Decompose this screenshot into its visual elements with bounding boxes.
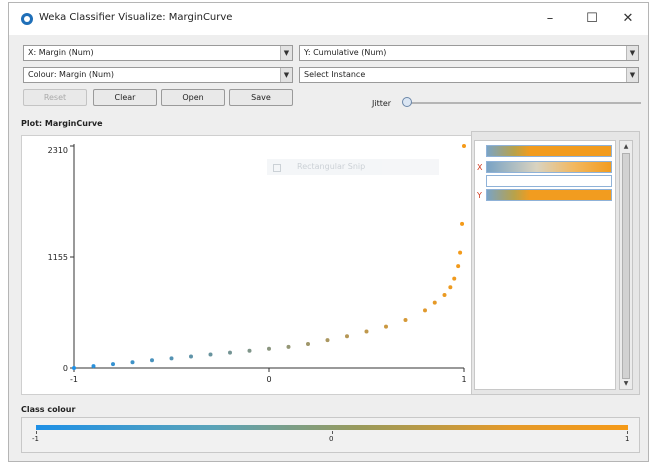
attribute-scrollbar[interactable]: ▲ ▼	[619, 140, 633, 390]
instance-select[interactable]: Select Instance ▼	[299, 67, 639, 83]
rectangular-snip-overlay: Rectangular Snip	[267, 159, 439, 175]
y-axis-value: Y: Cumulative (Num)	[304, 48, 387, 57]
clear-button[interactable]: Clear	[93, 89, 157, 106]
data-point	[345, 334, 349, 339]
data-point	[111, 362, 115, 367]
colour-select[interactable]: Colour: Margin (Num) ▼	[23, 67, 293, 83]
scrollbar-thumb[interactable]	[622, 153, 630, 379]
data-point	[458, 250, 463, 255]
maximize-button[interactable]: ☐	[575, 7, 609, 31]
data-point	[247, 348, 252, 353]
plot-label: Plot: MarginCurve	[21, 119, 103, 128]
data-point	[325, 338, 330, 343]
data-point	[403, 317, 408, 322]
data-point	[169, 356, 174, 361]
chevron-down-icon: ▼	[280, 68, 292, 82]
minimize-button[interactable]: –	[533, 7, 567, 31]
chevron-down-icon: ▼	[626, 46, 638, 60]
open-button[interactable]: Open	[161, 89, 225, 106]
instance-value: Select Instance	[304, 70, 366, 79]
data-point	[267, 346, 271, 351]
margin-curve-plot[interactable]: 011552310 -1 0 1	[22, 136, 474, 396]
class-tick-mid	[332, 431, 333, 434]
y-tick-label: 0	[63, 364, 68, 373]
data-point	[72, 366, 76, 370]
colour-value: Colour: Margin (Num)	[28, 70, 115, 79]
data-point	[460, 221, 465, 226]
data-point	[130, 360, 135, 365]
y-ticks: 0 1155 2310	[48, 145, 74, 373]
class-colour-mid: 0	[329, 435, 334, 443]
reset-button[interactable]: Reset	[23, 89, 87, 106]
class-tick-max	[627, 431, 628, 434]
weka-app-icon	[21, 13, 33, 25]
data-point	[286, 344, 291, 349]
plot-panel[interactable]: 0 1155 2310 -1 0 1 Rectangular Snip	[21, 135, 473, 395]
attribute-bar-margin[interactable]	[486, 145, 612, 157]
jitter-label: Jitter	[372, 99, 392, 108]
class-colour-gradient	[36, 425, 628, 430]
x-axis-select[interactable]: X: Margin (Num) ▼	[23, 45, 293, 61]
jitter-slider[interactable]	[405, 102, 641, 104]
class-tick-min	[36, 431, 37, 434]
data-point	[91, 364, 96, 369]
data-point	[423, 308, 427, 313]
data-point	[442, 292, 447, 297]
attribute-panel: X Y ▲ ▼	[471, 131, 640, 395]
close-button[interactable]: ✕	[611, 7, 645, 31]
x-axis-value: X: Margin (Num)	[28, 48, 94, 57]
data-point	[432, 300, 437, 305]
y-tick-label: 1155	[48, 253, 68, 262]
chevron-down-icon: ▼	[626, 68, 638, 82]
class-colour-panel: -1 0 1	[21, 417, 640, 453]
x-tick-label: 1	[461, 375, 466, 384]
data-point	[150, 358, 154, 363]
y-tick-label: 2310	[48, 146, 68, 155]
class-colour-max: 1	[625, 435, 630, 443]
attribute-bar-blank[interactable]	[486, 175, 612, 187]
y-marker: Y	[477, 191, 482, 200]
scroll-up-icon[interactable]: ▲	[620, 141, 632, 152]
visualize-window: Weka Classifier Visualize: MarginCurve –…	[8, 2, 649, 462]
x-ticks: -1 0 1	[70, 368, 467, 384]
data-point	[189, 354, 193, 359]
data-point	[364, 329, 369, 334]
x-marker: X	[477, 163, 483, 172]
attribute-bars: X Y	[474, 140, 616, 390]
class-colour-label: Class colour	[21, 405, 76, 414]
data-point	[462, 144, 466, 148]
x-tick-label: -1	[70, 375, 78, 384]
x-tick-label: 0	[266, 375, 271, 384]
attribute-bar-mixed[interactable]	[486, 161, 612, 173]
attribute-bar-cumulative[interactable]	[486, 189, 612, 201]
data-point	[384, 324, 388, 329]
data-point	[448, 285, 453, 290]
save-button[interactable]: Save	[229, 89, 293, 106]
jitter-slider-thumb[interactable]	[402, 97, 412, 107]
scroll-down-icon[interactable]: ▼	[620, 378, 632, 389]
y-axis-select[interactable]: Y: Cumulative (Num) ▼	[299, 45, 639, 61]
data-point	[452, 276, 457, 281]
data-point	[306, 341, 310, 346]
chevron-down-icon: ▼	[280, 46, 292, 60]
data-point	[456, 264, 461, 269]
data-point	[208, 352, 213, 357]
class-colour-min: -1	[32, 435, 39, 443]
snip-text: Rectangular Snip	[297, 162, 366, 171]
title-bar: Weka Classifier Visualize: MarginCurve –…	[9, 3, 648, 35]
data-point	[228, 350, 232, 355]
window-title: Weka Classifier Visualize: MarginCurve	[39, 12, 233, 23]
scatter-points	[72, 144, 466, 370]
snip-icon	[273, 164, 281, 172]
